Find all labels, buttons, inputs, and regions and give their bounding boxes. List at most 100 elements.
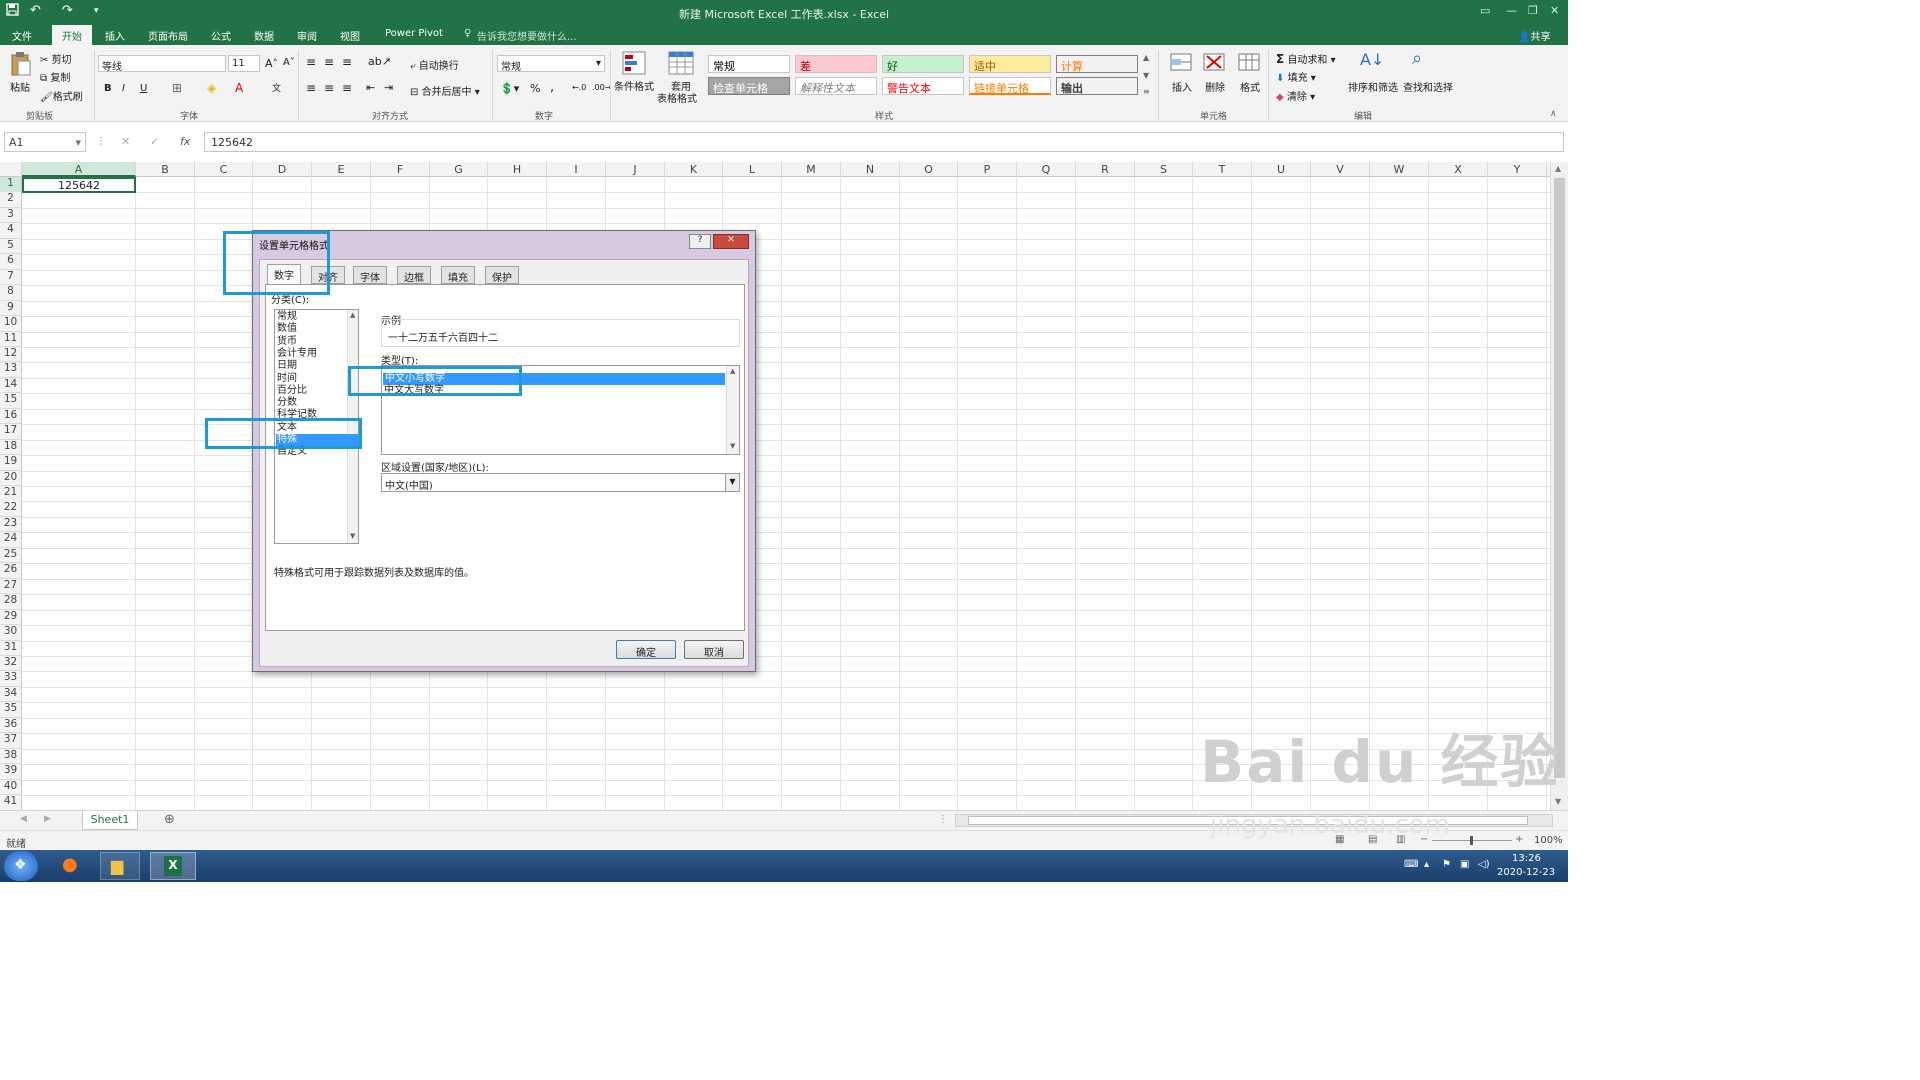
wrap-text-button[interactable]: ⤶ 自动换行	[410, 57, 459, 72]
cell-style-0[interactable]: 常规	[708, 55, 790, 73]
column-header-e[interactable]: E	[312, 162, 371, 177]
tell-me-box[interactable]: 告诉我您想要做什么...	[477, 28, 577, 43]
insert-function-button[interactable]: fx	[180, 135, 190, 148]
column-header-p[interactable]: P	[958, 162, 1017, 177]
gallery-more-icon[interactable]: ≡	[1143, 87, 1150, 96]
bold-button[interactable]: B	[104, 83, 112, 94]
gallery-up-icon[interactable]: ▲	[1143, 53, 1149, 62]
row-header-4[interactable]: 4	[0, 223, 22, 239]
tab-insert[interactable]: 插入	[105, 28, 125, 43]
row-header-5[interactable]: 5	[0, 238, 22, 255]
border-icon[interactable]: ⊞	[172, 81, 182, 95]
restore-icon[interactable]: ❐	[1528, 4, 1538, 17]
format-as-table-label-2[interactable]: 表格格式	[657, 90, 697, 105]
row-header-1[interactable]: 1	[0, 177, 22, 193]
row-header-32[interactable]: 32	[0, 655, 22, 672]
row-header-30[interactable]: 30	[0, 625, 22, 641]
next-sheet-icon[interactable]: ▶	[44, 814, 51, 824]
align-middle-icon[interactable]: ≡	[324, 55, 334, 69]
cell-style-5[interactable]: 检查单元格	[708, 77, 790, 95]
tab-review[interactable]: 审阅	[297, 28, 317, 43]
font-name-dropdown[interactable]: 等线	[98, 55, 226, 73]
fill-color-icon[interactable]: ◈	[207, 81, 216, 95]
row-header-39[interactable]: 39	[0, 764, 22, 780]
search-icon[interactable]: ⌕	[1412, 48, 1422, 69]
column-header-i[interactable]: I	[547, 162, 606, 177]
category-item[interactable]: 常规	[277, 311, 297, 323]
row-header-12[interactable]: 12	[0, 346, 22, 363]
column-header-x[interactable]: X	[1429, 162, 1488, 177]
conditional-format-icon[interactable]	[622, 51, 646, 78]
scroll-up-icon[interactable]: ▲	[1555, 164, 1561, 173]
scroll-up-icon[interactable]: ▲	[730, 367, 735, 375]
cell-style-3[interactable]: 适中	[969, 55, 1051, 73]
paste-button[interactable]: 粘贴	[10, 79, 30, 94]
format-cells-button[interactable]: 格式	[1240, 79, 1260, 94]
cell-style-2[interactable]: 好	[882, 55, 964, 73]
align-center-icon[interactable]: ≡	[324, 81, 334, 95]
column-header-s[interactable]: S	[1135, 162, 1193, 177]
category-item[interactable]: 日期	[277, 360, 297, 372]
font-color-icon[interactable]: A	[235, 81, 243, 95]
column-header-b[interactable]: B	[136, 162, 195, 177]
cell-style-9[interactable]: 输出	[1056, 77, 1138, 95]
cell-style-7[interactable]: 警告文本	[882, 77, 964, 95]
column-header-t[interactable]: T	[1193, 162, 1252, 177]
insert-cells-icon[interactable]	[1170, 51, 1192, 76]
orientation-icon[interactable]: ab↗	[368, 55, 391, 68]
row-header-14[interactable]: 14	[0, 377, 22, 394]
row-header-26[interactable]: 26	[0, 563, 22, 579]
cancel-button[interactable]: 取消	[684, 640, 744, 659]
column-header-d[interactable]: D	[253, 162, 312, 177]
add-sheet-icon[interactable]: ⊕	[164, 812, 175, 827]
cell-style-8[interactable]: 链接单元格	[969, 77, 1051, 95]
zoom-slider-thumb[interactable]	[1470, 836, 1473, 845]
row-header-2[interactable]: 2	[0, 192, 22, 208]
clock-time[interactable]: 13:26	[1512, 853, 1541, 864]
row-header-27[interactable]: 27	[0, 578, 22, 595]
split-handle-icon[interactable]: ⋮	[938, 814, 948, 825]
cancel-icon[interactable]: ✕	[121, 135, 130, 148]
ok-button[interactable]: 确定	[616, 640, 676, 659]
tell-me-icon[interactable]: ♀	[464, 28, 471, 39]
italic-button[interactable]: I	[122, 83, 125, 94]
sheet-tab-sheet1[interactable]: Sheet1	[82, 811, 138, 830]
row-header-37[interactable]: 37	[0, 733, 22, 749]
row-header-9[interactable]: 9	[0, 300, 22, 317]
delete-cells-button[interactable]: 删除	[1205, 79, 1225, 94]
copy-button[interactable]: ⧉ 复制	[40, 69, 70, 84]
dialog-tab-fill[interactable]: 填充	[441, 266, 475, 284]
scroll-down-icon[interactable]: ▼	[730, 442, 735, 450]
align-bottom-icon[interactable]: ≡	[342, 55, 352, 69]
zoom-in-icon[interactable]: +	[1515, 834, 1523, 845]
row-header-40[interactable]: 40	[0, 779, 22, 796]
category-item[interactable]: 百分比	[277, 385, 307, 397]
gallery-down-icon[interactable]: ▼	[1143, 71, 1149, 80]
name-box[interactable]: A1 ▾	[4, 132, 86, 152]
select-all-corner[interactable]	[0, 162, 22, 177]
collapse-ribbon-icon[interactable]: ∧	[1550, 109, 1557, 119]
formula-input[interactable]: 125642	[204, 132, 1564, 152]
row-header-23[interactable]: 23	[0, 516, 22, 533]
phonetic-icon[interactable]: 文	[272, 81, 281, 94]
category-item[interactable]: 时间	[277, 373, 297, 385]
category-item[interactable]: 货币	[277, 336, 297, 348]
taskbar-app-sogou[interactable]: ●	[52, 852, 92, 880]
tab-file[interactable]: 文件	[12, 28, 32, 43]
align-top-icon[interactable]: ≡	[306, 55, 316, 69]
scroll-up-icon[interactable]: ▲	[350, 311, 355, 319]
column-header-h[interactable]: H	[488, 162, 547, 177]
percent-button[interactable]: %	[530, 82, 540, 95]
column-header-n[interactable]: N	[841, 162, 900, 177]
scroll-thumb[interactable]	[1554, 178, 1565, 778]
column-header-g[interactable]: G	[430, 162, 488, 177]
row-header-34[interactable]: 34	[0, 686, 22, 703]
cut-button[interactable]: ✂ 剪切	[40, 51, 72, 66]
fill-button[interactable]: ⬇ 填充 ▾	[1276, 69, 1316, 84]
row-header-3[interactable]: 3	[0, 207, 22, 224]
column-header-r[interactable]: R	[1076, 162, 1135, 177]
tab-home[interactable]: 开始	[52, 25, 92, 45]
row-header-10[interactable]: 10	[0, 316, 22, 332]
dialog-tab-border[interactable]: 边框	[397, 266, 431, 284]
format-cells-icon[interactable]	[1238, 51, 1260, 76]
